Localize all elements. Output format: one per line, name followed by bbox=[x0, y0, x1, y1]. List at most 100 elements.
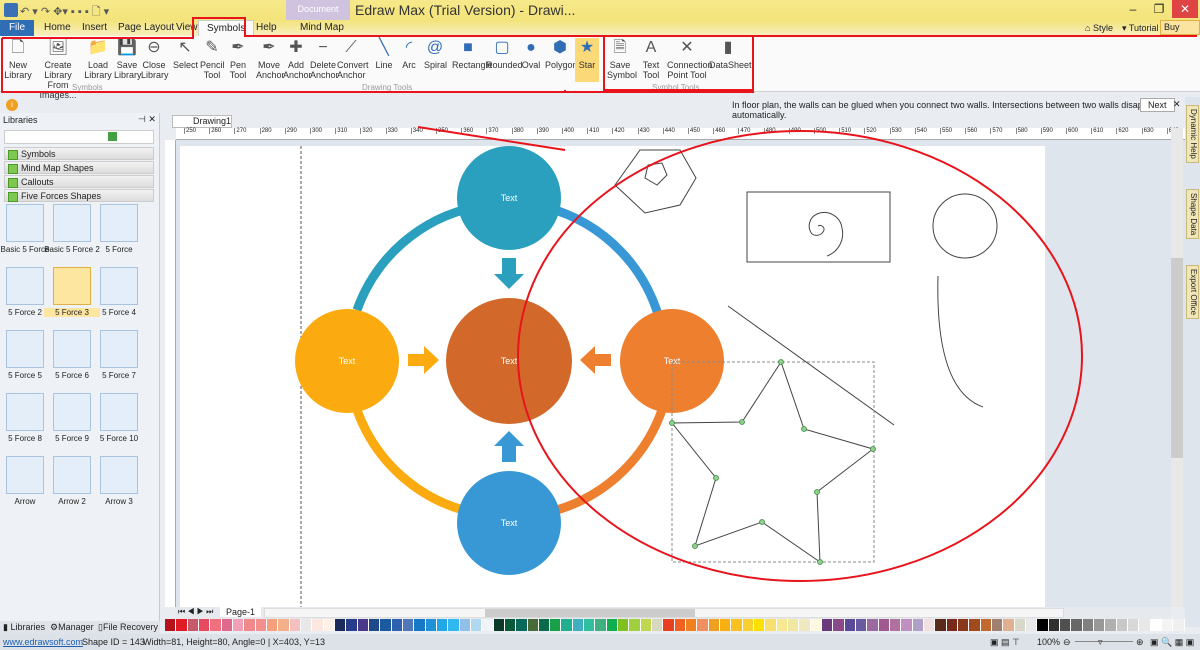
tab-export-office[interactable]: Export Office bbox=[1186, 265, 1199, 320]
color-swatch[interactable] bbox=[799, 619, 811, 631]
color-swatch[interactable] bbox=[572, 619, 585, 631]
color-swatch[interactable] bbox=[221, 619, 233, 631]
color-swatch[interactable] bbox=[890, 619, 902, 631]
color-swatch[interactable] bbox=[1071, 619, 1083, 631]
color-swatch[interactable] bbox=[516, 619, 528, 631]
color-swatch[interactable] bbox=[391, 619, 403, 631]
color-swatch[interactable] bbox=[323, 619, 335, 631]
color-swatch[interactable] bbox=[380, 619, 392, 631]
view-mode-icons[interactable]: ▣ ▤ ⊤ bbox=[990, 634, 1020, 650]
arc-shape[interactable] bbox=[937, 275, 984, 408]
color-swatch[interactable] bbox=[1127, 619, 1140, 631]
color-swatch[interactable] bbox=[1048, 619, 1060, 631]
color-swatch[interactable] bbox=[856, 619, 868, 631]
color-swatch[interactable] bbox=[788, 619, 800, 631]
color-swatch[interactable] bbox=[1173, 619, 1185, 631]
fit-icons[interactable]: ▣ 🔍 ▦ ▣ bbox=[1150, 634, 1194, 650]
zoom-in-icon[interactable]: ⊕ bbox=[1136, 634, 1144, 650]
color-swatch[interactable] bbox=[357, 619, 369, 631]
color-swatch[interactable] bbox=[1037, 619, 1049, 631]
color-swatch[interactable] bbox=[1025, 619, 1038, 631]
color-palette[interactable] bbox=[165, 619, 1185, 631]
color-swatch[interactable] bbox=[1003, 619, 1015, 631]
color-swatch[interactable] bbox=[969, 619, 981, 631]
color-swatch[interactable] bbox=[346, 619, 358, 631]
color-swatch[interactable] bbox=[334, 619, 347, 631]
color-swatch[interactable] bbox=[629, 619, 641, 631]
color-swatch[interactable] bbox=[300, 619, 313, 631]
color-swatch[interactable] bbox=[176, 619, 188, 631]
color-swatch[interactable] bbox=[402, 619, 415, 631]
vertical-scrollbar[interactable] bbox=[1171, 128, 1183, 607]
color-swatch[interactable] bbox=[538, 619, 551, 631]
color-swatch[interactable] bbox=[1161, 619, 1174, 631]
line-shape[interactable] bbox=[727, 305, 895, 426]
color-swatch[interactable] bbox=[504, 619, 517, 631]
color-swatch[interactable] bbox=[493, 619, 505, 631]
arrow-right-shape[interactable] bbox=[408, 346, 439, 374]
arrow-left-shape[interactable] bbox=[580, 346, 611, 374]
color-swatch[interactable] bbox=[708, 619, 721, 631]
arrow-up-shape[interactable] bbox=[494, 431, 524, 462]
color-swatch[interactable] bbox=[810, 619, 823, 631]
color-swatch[interactable] bbox=[561, 619, 573, 631]
tab-dynamic-help[interactable]: Dynamic Help bbox=[1186, 105, 1199, 163]
color-swatch[interactable] bbox=[289, 619, 301, 631]
color-swatch[interactable] bbox=[1105, 619, 1117, 631]
color-swatch[interactable] bbox=[946, 619, 958, 631]
color-swatch[interactable] bbox=[595, 619, 607, 631]
color-swatch[interactable] bbox=[165, 619, 177, 631]
color-swatch[interactable] bbox=[663, 619, 675, 631]
color-swatch[interactable] bbox=[550, 619, 562, 631]
color-swatch[interactable] bbox=[991, 619, 1004, 631]
color-swatch[interactable] bbox=[1059, 619, 1072, 631]
color-swatch[interactable] bbox=[912, 619, 924, 631]
color-swatch[interactable] bbox=[606, 619, 619, 631]
color-swatch[interactable] bbox=[312, 619, 324, 631]
color-swatch[interactable] bbox=[674, 619, 687, 631]
color-swatch[interactable] bbox=[425, 619, 437, 631]
page-nav-buttons[interactable]: ⏮ ◀ ▶ ⏭ bbox=[178, 607, 213, 617]
color-swatch[interactable] bbox=[1150, 619, 1162, 631]
color-swatch[interactable] bbox=[697, 619, 709, 631]
color-swatch[interactable] bbox=[459, 619, 471, 631]
color-swatch[interactable] bbox=[878, 619, 890, 631]
color-swatch[interactable] bbox=[867, 619, 879, 631]
website-link[interactable]: www.edrawsoft.com bbox=[3, 634, 83, 650]
color-swatch[interactable] bbox=[187, 619, 199, 631]
color-swatch[interactable] bbox=[584, 619, 596, 631]
color-swatch[interactable] bbox=[527, 619, 539, 631]
hexagon-shape[interactable] bbox=[614, 149, 697, 214]
color-swatch[interactable] bbox=[436, 619, 449, 631]
color-swatch[interactable] bbox=[414, 619, 426, 631]
zoom-slider[interactable] bbox=[1075, 641, 1133, 642]
color-swatch[interactable] bbox=[923, 619, 936, 631]
color-swatch[interactable] bbox=[720, 619, 732, 631]
color-swatch[interactable] bbox=[980, 619, 992, 631]
spiral-shape[interactable] bbox=[808, 212, 844, 257]
color-swatch[interactable] bbox=[448, 619, 460, 631]
color-swatch[interactable] bbox=[742, 619, 755, 631]
arrow-down-shape[interactable] bbox=[494, 258, 524, 289]
color-swatch[interactable] bbox=[255, 619, 267, 631]
color-swatch[interactable] bbox=[1014, 619, 1026, 631]
tab-shape-data[interactable]: Shape Data bbox=[1186, 189, 1199, 240]
color-swatch[interactable] bbox=[935, 619, 947, 631]
color-swatch[interactable] bbox=[266, 619, 279, 631]
color-swatch[interactable] bbox=[957, 619, 970, 631]
color-swatch[interactable] bbox=[765, 619, 777, 631]
color-swatch[interactable] bbox=[1093, 619, 1106, 631]
color-swatch[interactable] bbox=[844, 619, 857, 631]
color-swatch[interactable] bbox=[482, 619, 494, 631]
zoom-out-icon[interactable]: ⊖ bbox=[1063, 634, 1071, 650]
color-swatch[interactable] bbox=[210, 619, 222, 631]
color-swatch[interactable] bbox=[686, 619, 698, 631]
color-swatch[interactable] bbox=[618, 619, 630, 631]
horizontal-scrollbar[interactable] bbox=[264, 608, 1064, 618]
rectangle-shape[interactable] bbox=[746, 191, 891, 263]
color-swatch[interactable] bbox=[368, 619, 381, 631]
color-swatch[interactable] bbox=[232, 619, 245, 631]
color-swatch[interactable] bbox=[198, 619, 211, 631]
color-swatch[interactable] bbox=[731, 619, 743, 631]
color-swatch[interactable] bbox=[1139, 619, 1151, 631]
